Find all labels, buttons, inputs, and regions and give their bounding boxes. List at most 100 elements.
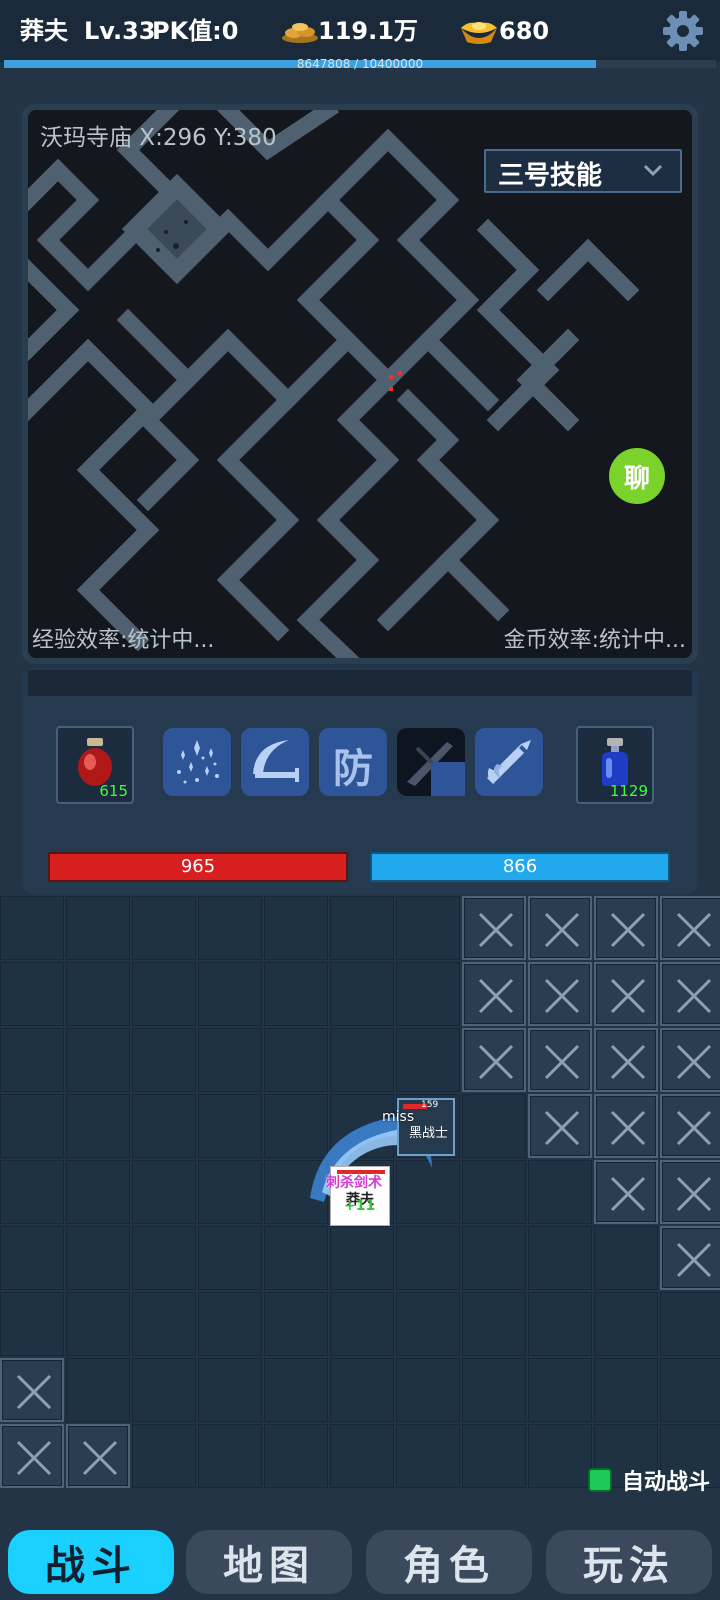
gold-amount: 119.1万 (318, 17, 418, 45)
x-mark-icon (676, 912, 712, 948)
blocked-cell (660, 962, 720, 1026)
skill-select-value: 三号技能 (498, 161, 603, 191)
grid-cell (198, 1160, 262, 1224)
grid-cell (0, 1226, 64, 1290)
grid-cell (66, 896, 130, 960)
tab-character[interactable]: 角色 (366, 1530, 532, 1594)
auto-battle-label[interactable]: 自动战斗 (622, 1464, 710, 1496)
blocked-cell (462, 962, 526, 1026)
gear-icon[interactable] (662, 10, 704, 52)
minimap[interactable]: 沃玛寺庙 X:296 Y:380 三号技能 聊 经验效率:统计中... 金币效率… (28, 110, 692, 658)
blocked-cell (66, 1424, 130, 1488)
grid-cell (66, 1226, 130, 1290)
grid-cell (528, 1292, 592, 1356)
enemy-unit[interactable]: 159 黑战士 (397, 1098, 455, 1156)
blocked-cell (528, 1094, 592, 1158)
grid-cell (594, 1226, 658, 1290)
crescent-slash-skill-icon (253, 740, 299, 782)
tab-map[interactable]: 地图 (186, 1530, 352, 1594)
blocked-cell (660, 1028, 720, 1092)
tab-gameplay[interactable]: 玩法 (546, 1530, 712, 1594)
x-mark-icon (676, 1242, 712, 1278)
hp-potion-slot[interactable]: 615 (56, 726, 134, 804)
grid-cell (264, 1424, 328, 1488)
skill-select[interactable]: 三号技能 (484, 149, 682, 193)
x-mark-icon (544, 912, 580, 948)
mp-potion-count: 1129 (609, 782, 648, 800)
blocked-cell (462, 896, 526, 960)
bottom-nav: 战斗 地图 角色 玩法 (0, 1520, 720, 1600)
grid-cell (528, 1358, 592, 1422)
grid-cell (330, 1424, 394, 1488)
grid-cell (396, 1292, 460, 1356)
gold-ingot-icon (461, 22, 497, 44)
grid-cell (132, 1160, 196, 1224)
blocked-cell (660, 1226, 720, 1290)
grid-cell (528, 1226, 592, 1290)
skill-panel-header (28, 670, 692, 696)
enemy-name: 黑战士 (409, 1126, 449, 1141)
x-mark-icon (16, 1440, 52, 1476)
grid-cell (198, 1358, 262, 1422)
auto-battle-checkbox[interactable] (588, 1468, 612, 1492)
skill-slot-1[interactable] (163, 728, 231, 796)
blocked-cell (528, 962, 592, 1026)
blocked-cell (462, 1028, 526, 1092)
hp-potion-count: 615 (99, 782, 128, 800)
x-mark-icon (676, 978, 712, 1014)
grid-cell (462, 1094, 526, 1158)
x-mark-icon (544, 1110, 580, 1146)
grid-cell (330, 1358, 394, 1422)
grid-cell (0, 1094, 64, 1158)
gold-pile-icon (282, 23, 318, 43)
cooldown-overlay (431, 762, 465, 796)
grid-cell (132, 896, 196, 960)
chat-button[interactable]: 聊 (609, 448, 665, 504)
grid-cell (132, 1226, 196, 1290)
mp-potion-slot[interactable]: 1129 (576, 726, 654, 804)
x-mark-icon (676, 1044, 712, 1080)
grid-cell (396, 1028, 460, 1092)
grid-cell (660, 1358, 720, 1422)
skill-slot-2[interactable] (241, 728, 309, 796)
enemy-hp-value: 159 (421, 1100, 439, 1110)
blocked-cell (0, 1424, 64, 1488)
grid-cell (396, 1424, 460, 1488)
grid-cell (330, 1028, 394, 1092)
gold-efficiency: 金币效率:统计中... (503, 628, 686, 653)
grid-cell (0, 1028, 64, 1092)
heal-text: +11 (344, 1198, 376, 1214)
hp-bar: 965 (48, 852, 348, 882)
grid-cell (132, 1094, 196, 1158)
x-mark-icon (478, 912, 514, 948)
skill-cast-text: 刺杀剑术 (326, 1175, 382, 1191)
grid-cell (330, 962, 394, 1026)
grid-cell (264, 896, 328, 960)
skill-slot-5[interactable] (475, 728, 543, 796)
grid-cell (528, 1160, 592, 1224)
grid-cell (660, 1292, 720, 1356)
grid-cell (0, 962, 64, 1026)
red-potion-icon (78, 738, 112, 786)
blocked-cell (528, 1028, 592, 1092)
grid-cell (594, 1358, 658, 1422)
skill-slot-3[interactable]: 防 (319, 728, 387, 796)
grid-cell (66, 1160, 130, 1224)
x-mark-icon (544, 1044, 580, 1080)
mp-value: 866 (502, 856, 538, 877)
x-mark-icon (610, 912, 646, 948)
flaming-sword-skill-icon (487, 740, 531, 784)
exp-text: 8647808 / 10400000 (296, 57, 424, 71)
grid-cell (198, 962, 262, 1026)
skill-slot-4[interactable] (397, 728, 465, 796)
blocked-cell (594, 896, 658, 960)
x-mark-icon (676, 1176, 712, 1212)
top-status-bar: 莽夫 Lv.33 PK值:0 119.1万 680 (0, 0, 720, 62)
grid-cell (198, 1094, 262, 1158)
tab-battle[interactable]: 战斗 (8, 1530, 174, 1594)
player-name: 莽夫 (20, 17, 68, 45)
blocked-cell (594, 962, 658, 1026)
grid-cell (594, 1292, 658, 1356)
ingot-amount: 680 (499, 17, 550, 45)
mp-bar: 866 (370, 852, 670, 882)
